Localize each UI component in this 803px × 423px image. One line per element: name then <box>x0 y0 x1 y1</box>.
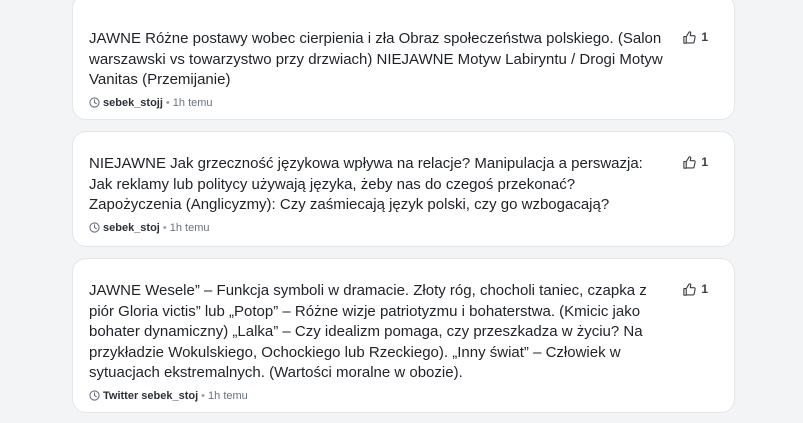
thumbs-up-icon <box>682 155 697 170</box>
post-author[interactable]: sebek_stoj <box>103 222 160 234</box>
like-button[interactable]: 1 <box>682 281 708 297</box>
post-content: NIEJAWNE Jak grzeczność językowa wpływa … <box>89 154 666 236</box>
thumbs-up-icon <box>682 282 697 297</box>
post-author[interactable]: Twitter sebek_stoj <box>103 390 198 402</box>
post-content: JAWNE Wesele” – Funkcja symboli w dramac… <box>89 281 666 404</box>
post-time: 1h temu <box>169 221 210 234</box>
like-button[interactable]: 1 <box>682 29 708 45</box>
like-button[interactable]: 1 <box>682 154 708 170</box>
clock-icon <box>89 222 100 233</box>
thumbs-up-icon <box>682 30 697 45</box>
post-author[interactable]: sebek_stojj <box>103 97 163 109</box>
like-count: 1 <box>701 155 708 169</box>
post-time: 1h temu <box>208 389 248 402</box>
twitter-icon <box>89 390 100 401</box>
post-meta: sebek_stojj • 1h temu <box>89 95 666 111</box>
post-card[interactable]: NIEJAWNE Jak grzeczność językowa wpływa … <box>72 131 735 247</box>
meta-separator: • <box>162 221 167 234</box>
post-text: NIEJAWNE Jak grzeczność językowa wpływa … <box>89 155 643 213</box>
post-card[interactable]: JAWNE Różne postawy wobec cierpienia i z… <box>72 0 735 120</box>
post-content: JAWNE Różne postawy wobec cierpienia i z… <box>89 29 666 111</box>
like-count: 1 <box>701 30 708 44</box>
clock-icon <box>89 97 100 108</box>
post-time: 1h temu <box>172 96 213 109</box>
post-meta: Twitter sebek_stoj • 1h temu <box>89 388 666 404</box>
like-count: 1 <box>701 282 708 296</box>
post-text: JAWNE Wesele” – Funkcja symboli w dramac… <box>89 282 647 381</box>
post-meta: sebek_stoj • 1h temu <box>89 220 666 236</box>
post-feed: JAWNE Różne postawy wobec cierpienia i z… <box>0 0 803 423</box>
post-card[interactable]: JAWNE Wesele” – Funkcja symboli w dramac… <box>72 258 735 413</box>
post-text: JAWNE Różne postawy wobec cierpienia i z… <box>89 30 663 88</box>
meta-separator: • <box>165 96 170 109</box>
meta-separator: • <box>201 389 206 402</box>
